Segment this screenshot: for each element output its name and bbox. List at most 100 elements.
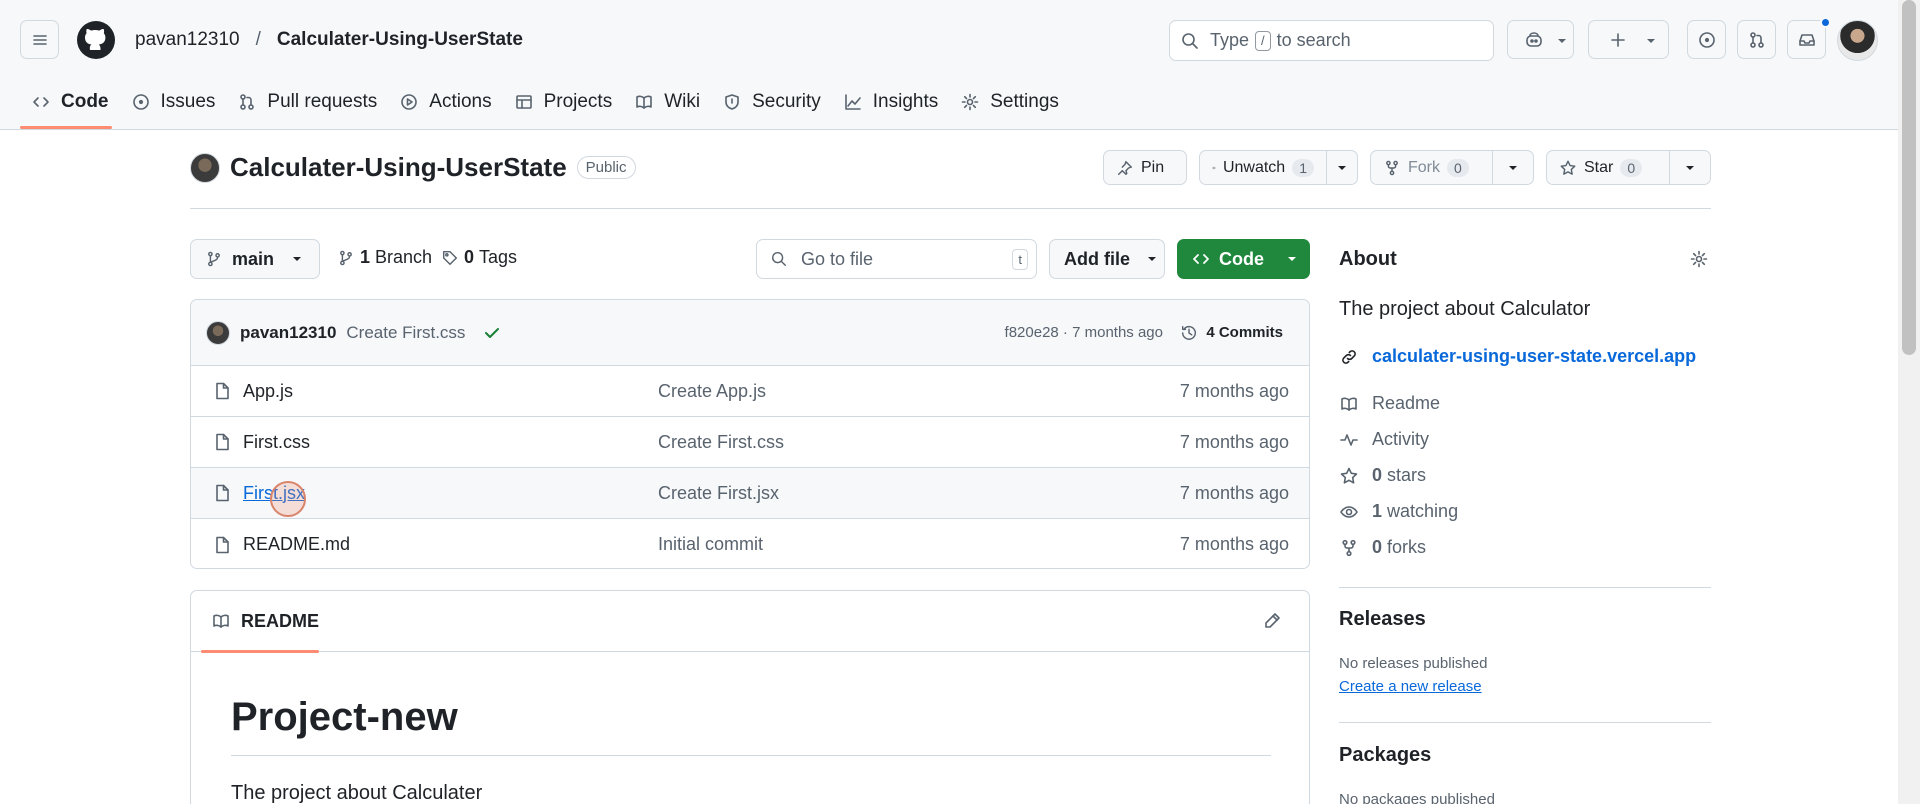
forks-link[interactable]: 0 forks: [1339, 537, 1426, 558]
file-commit-message[interactable]: Initial commit: [658, 534, 763, 555]
tab-label: Issues: [160, 91, 216, 112]
file-commit-message[interactable]: Create First.jsx: [658, 483, 779, 504]
stars-link[interactable]: 0 stars: [1339, 465, 1426, 486]
tags-label: Tags: [479, 247, 518, 267]
pull-requests-button[interactable]: [1737, 20, 1776, 59]
website-link[interactable]: calculater-using-user-state.vercel.app: [1339, 346, 1696, 367]
sidebar-divider: [1339, 722, 1711, 723]
unwatch-button[interactable]: Unwatch 1: [1200, 151, 1326, 184]
readme-tab[interactable]: README: [241, 611, 319, 632]
watching-link[interactable]: 1 watching: [1339, 501, 1458, 522]
gear-icon[interactable]: [1689, 249, 1709, 269]
releases-title[interactable]: Releases: [1339, 608, 1711, 631]
file-name[interactable]: README.md: [243, 534, 350, 555]
scrollbar[interactable]: [1898, 0, 1920, 804]
pin-label: Pin: [1141, 158, 1165, 176]
git-pull-request-icon: [240, 94, 255, 110]
create-new-button[interactable]: [1588, 20, 1669, 59]
tab-label: Insights: [872, 91, 939, 112]
repo-title[interactable]: Calculater-Using-UserState: [230, 152, 567, 183]
search-prefix: Type: [1210, 30, 1250, 50]
about-description: The project about Calculator: [1339, 298, 1591, 320]
readme-panel: README Project-new The project about Cal…: [190, 590, 1310, 804]
owner-link[interactable]: pavan12310: [135, 29, 240, 51]
fork-button[interactable]: Fork 0: [1371, 151, 1492, 184]
file-row[interactable]: First.css Create First.css 7 months ago: [191, 417, 1309, 468]
fork-button-group: Fork 0: [1370, 150, 1534, 185]
check-icon[interactable]: [483, 324, 501, 342]
readme-header: README: [191, 591, 1309, 653]
branches-link[interactable]: 1 Branch: [337, 247, 432, 268]
git-pull-request-icon: [1749, 31, 1764, 48]
tab-issues[interactable]: Issues: [120, 82, 227, 122]
tab-security[interactable]: Security: [711, 82, 832, 122]
commits-link[interactable]: 4 Commits: [1180, 324, 1283, 342]
file-row[interactable]: README.md Initial commit 7 months ago: [191, 519, 1309, 568]
copilot-icon: [1525, 31, 1542, 47]
file-name[interactable]: First.css: [243, 432, 310, 453]
tab-pull-requests[interactable]: Pull requests: [226, 82, 388, 122]
commit-hash-age[interactable]: f820e28 · 7 months ago: [1005, 324, 1163, 341]
file-commit-message[interactable]: Create App.js: [658, 381, 766, 402]
watching-count: 1: [1372, 501, 1383, 521]
tab-settings[interactable]: Settings: [949, 82, 1070, 122]
global-header: pavan12310 / Calculater-Using-UserState …: [0, 0, 1898, 130]
github-logo-icon[interactable]: [76, 20, 116, 60]
website-url: calculater-using-user-state.vercel.app: [1372, 346, 1697, 366]
commit-author-avatar[interactable]: [206, 320, 230, 345]
issue-opened-icon: [132, 94, 149, 110]
branches-count: 1: [360, 247, 371, 267]
commit-message[interactable]: Create First.css: [346, 323, 465, 343]
pencil-icon[interactable]: [1262, 611, 1282, 631]
tab-projects[interactable]: Projects: [503, 82, 624, 122]
go-to-file-input[interactable]: Go to file t: [756, 239, 1037, 279]
watch-dropdown[interactable]: [1327, 151, 1357, 184]
search-icon: [1182, 33, 1198, 49]
issue-opened-icon: [1698, 31, 1715, 48]
issues-button[interactable]: [1687, 20, 1726, 59]
branches-label: Branch: [375, 247, 433, 267]
menu-button[interactable]: [20, 20, 59, 59]
file-commit-message[interactable]: Create First.css: [658, 432, 784, 453]
readme-heading: Project-new: [231, 695, 458, 739]
file-row[interactable]: App.js Create App.js 7 months ago: [191, 366, 1309, 417]
eye-icon: [1212, 166, 1216, 169]
readme-paragraph: The project about Calculater: [231, 782, 483, 804]
readme-link[interactable]: Readme: [1339, 393, 1440, 414]
star-button[interactable]: Star 0: [1547, 151, 1669, 184]
fork-dropdown[interactable]: [1493, 151, 1533, 184]
search-shortcut-key: /: [1255, 30, 1271, 51]
tags-link[interactable]: 0 Tags: [441, 247, 517, 268]
tab-actions[interactable]: Actions: [388, 82, 502, 122]
create-release-link[interactable]: Create a new release: [1339, 678, 1711, 695]
tab-label: Wiki: [664, 91, 701, 112]
file-name[interactable]: App.js: [243, 381, 293, 402]
add-file-button[interactable]: Add file: [1049, 239, 1165, 279]
repo-breadcrumb: pavan12310 / Calculater-Using-UserState: [135, 29, 523, 51]
packages-title[interactable]: Packages: [1339, 744, 1711, 767]
user-avatar[interactable]: [1837, 20, 1878, 61]
book-icon: [1341, 397, 1357, 411]
activity-label: Activity: [1372, 429, 1430, 449]
star-dropdown[interactable]: [1670, 151, 1710, 184]
pin-button[interactable]: Pin: [1103, 150, 1187, 185]
repo-name-link[interactable]: Calculater-Using-UserState: [277, 29, 523, 51]
owner-avatar[interactable]: [190, 152, 220, 183]
tab-code[interactable]: Code: [20, 82, 120, 122]
activity-link[interactable]: Activity: [1339, 429, 1429, 450]
copilot-button[interactable]: [1507, 20, 1574, 59]
branch-selector[interactable]: main: [190, 239, 320, 279]
code-button[interactable]: Code: [1177, 239, 1310, 279]
readme-heading-rule: [231, 755, 1271, 756]
watch-count: 1: [1292, 158, 1314, 177]
tab-label: Settings: [990, 91, 1059, 112]
watching-label: watching: [1387, 501, 1459, 521]
tab-wiki[interactable]: Wiki: [623, 82, 711, 122]
file-row[interactable]: First.jsx Create First.jsx 7 months ago: [191, 468, 1309, 519]
scrollbar-thumb[interactable]: [1902, 0, 1916, 355]
star-icon: [1340, 467, 1358, 484]
tab-insights[interactable]: Insights: [832, 82, 949, 122]
releases-empty: No releases published: [1339, 655, 1488, 672]
commit-author[interactable]: pavan12310: [240, 323, 336, 343]
search-input[interactable]: Type / to search: [1169, 20, 1494, 61]
